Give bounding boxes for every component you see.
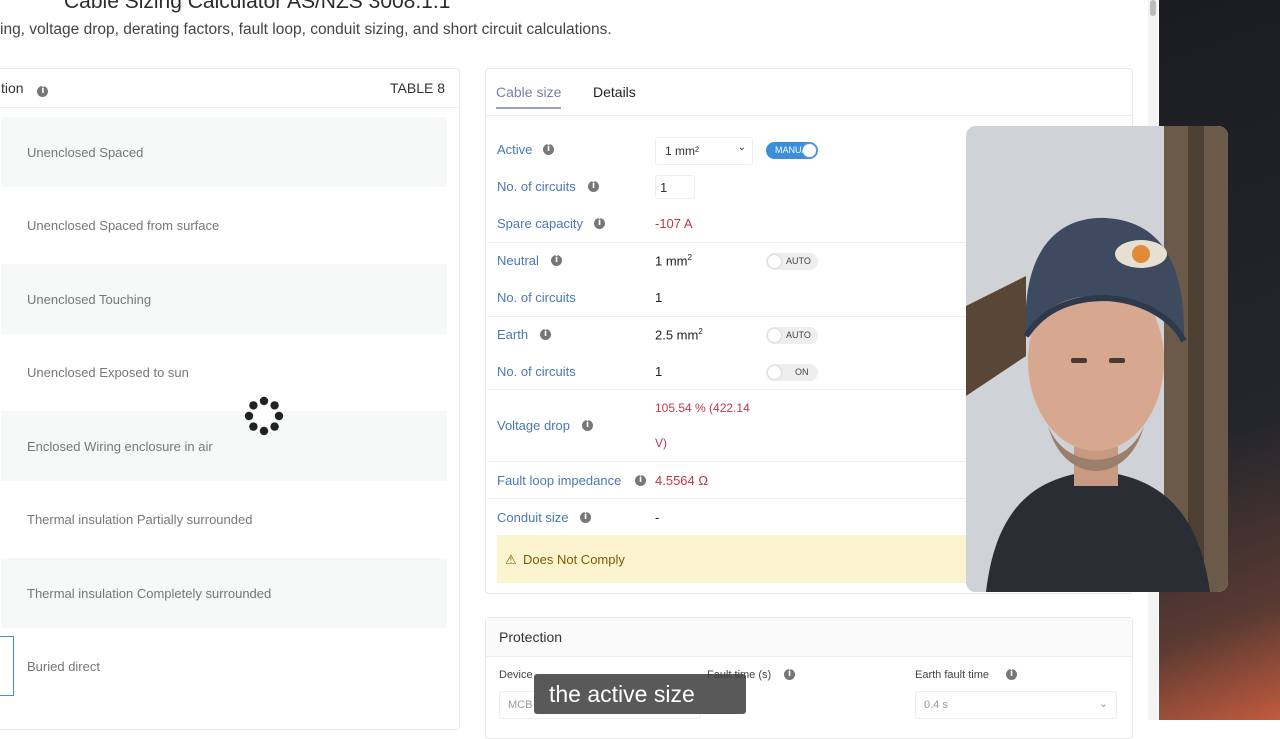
conduit-size-label: Conduit size <box>497 510 569 525</box>
active-circuits-input[interactable]: 1 <box>655 175 695 199</box>
spare-capacity-label: Spare capacity <box>497 216 583 231</box>
voltage-drop-value: 105.54 % (422.14 <box>655 401 750 415</box>
neutral-size-value: 1 mm2 <box>655 253 692 269</box>
earth-label: Earth <box>497 327 529 342</box>
loading-spinner-icon <box>244 396 284 436</box>
earth-mode-toggle[interactable]: AUTO <box>766 327 818 344</box>
info-icon[interactable]: i <box>635 475 646 486</box>
info-icon[interactable]: i <box>580 512 591 523</box>
compliance-text: Does Not Comply <box>523 552 625 567</box>
info-icon[interactable]: i <box>1006 669 1017 680</box>
info-icon[interactable]: i <box>588 181 599 192</box>
results-tabs: Cable size Details <box>486 69 1132 116</box>
info-icon[interactable]: i <box>551 255 562 266</box>
method-option[interactable]: Unenclosed Spaced <box>1 117 447 187</box>
video-caption: the active size <box>534 674 746 714</box>
page-subtitle: ing, voltage drop, derating factors, fau… <box>0 21 612 38</box>
method-option[interactable]: Unenclosed Spaced from surface <box>1 190 447 260</box>
method-option[interactable]: Unenclosed Touching <box>1 264 447 334</box>
device-label: Device <box>499 669 533 681</box>
page-title: Cable Sizing Calculator AS/NZS 3008.1.1 <box>64 0 451 13</box>
fault-loop-value: 4.5564 Ω <box>655 473 709 488</box>
method-option[interactable]: Thermal insulation Partially surrounded <box>1 484 447 554</box>
fault-loop-label: Fault loop impedance <box>497 473 622 488</box>
earth-circuits-label: No. of circuits <box>497 364 576 379</box>
table-reference: TABLE 8 <box>390 80 445 96</box>
installation-method-panel: tion i TABLE 8 Unenclosed Spaced Unenclo… <box>0 68 460 730</box>
chevron-down-icon: ⌄ <box>737 142 746 153</box>
method-option-selected[interactable]: Buried direct <box>1 631 447 701</box>
conduit-size-value: - <box>655 510 660 525</box>
earth-size-value: 2.5 mm2 <box>655 327 703 343</box>
compliance-warning: ⚠ Does Not Comply <box>497 535 967 583</box>
earth-circuits-toggle[interactable]: ON <box>766 364 818 381</box>
tab-cable-size[interactable]: Cable size <box>496 84 562 109</box>
info-icon[interactable]: i <box>543 144 554 155</box>
earth-circuits-value: 1 <box>655 364 663 379</box>
installation-heading: tion <box>1 80 24 96</box>
webcam-overlay <box>966 126 1228 592</box>
neutral-circuits-label: No. of circuits <box>497 290 576 305</box>
neutral-circuits-value: 1 <box>655 290 663 305</box>
earth-fault-time-label: Earth fault time <box>915 669 989 681</box>
selection-highlight <box>0 636 14 696</box>
protection-heading: Protection <box>499 629 563 645</box>
chevron-down-icon: ⌄ <box>1098 698 1108 710</box>
neutral-label: Neutral <box>497 253 539 268</box>
earth-fault-time-select[interactable]: 0.4 s ⌄ <box>915 691 1117 719</box>
method-option[interactable]: Thermal insulation Completely surrounded <box>1 558 447 628</box>
active-circuits-label: No. of circuits <box>497 179 576 194</box>
info-icon[interactable]: i <box>37 86 49 97</box>
installation-panel-header: tion i TABLE 8 <box>0 69 459 108</box>
info-icon[interactable]: i <box>594 218 605 229</box>
active-size-select[interactable]: 1 mm² ⌄ <box>655 137 753 165</box>
spare-capacity-value: -107 A <box>655 216 693 231</box>
active-mode-toggle[interactable]: MANUAL <box>766 142 818 159</box>
info-icon[interactable]: i <box>582 420 593 431</box>
method-option[interactable]: Unenclosed Exposed to sun <box>1 337 447 407</box>
presenter-video <box>966 126 1228 592</box>
method-option[interactable]: Enclosed Wiring enclosure in air <box>1 411 447 481</box>
warning-icon: ⚠ <box>505 552 517 567</box>
voltage-drop-value-unit: V) <box>655 436 667 450</box>
neutral-mode-toggle[interactable]: AUTO <box>766 253 818 270</box>
active-label: Active <box>497 142 533 157</box>
tab-details[interactable]: Details <box>593 84 636 100</box>
info-icon[interactable]: i <box>784 669 795 680</box>
voltage-drop-label: Voltage drop <box>497 418 571 433</box>
info-icon[interactable]: i <box>540 329 551 340</box>
